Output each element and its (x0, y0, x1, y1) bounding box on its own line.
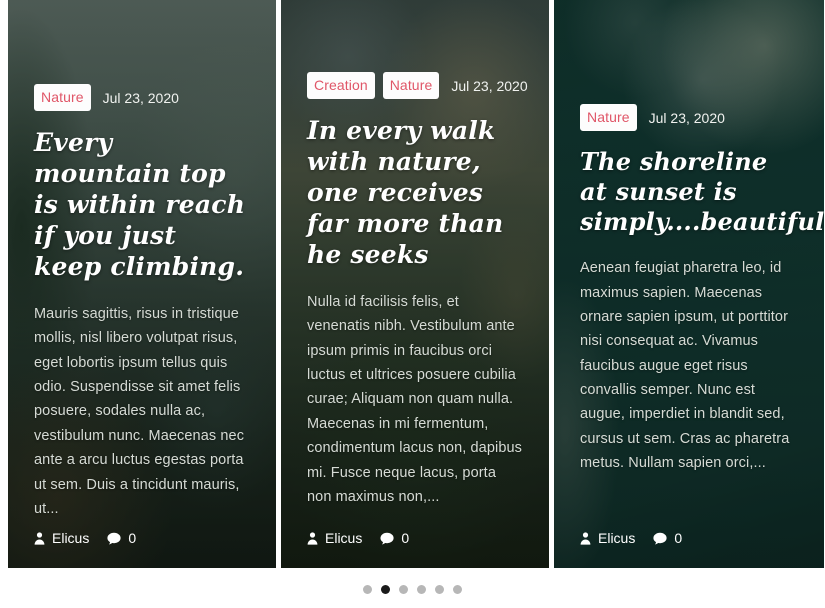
post-comments[interactable]: 0 (653, 530, 682, 546)
post-author: Elicus (307, 530, 362, 546)
post-content: Nature Jul 23, 2020 The shoreline at sun… (554, 0, 824, 568)
pagination-dot[interactable] (417, 585, 426, 594)
post-comments[interactable]: 0 (380, 530, 409, 546)
post-excerpt: Aenean feugiat pharetra leo, id maximus … (580, 260, 790, 472)
post-content: Nature Jul 23, 2020 Every mountain top i… (8, 0, 276, 568)
post-date: Jul 23, 2020 (648, 109, 725, 126)
pagination-dot[interactable] (399, 585, 408, 594)
post-meta: Creation Nature Jul 23, 2020 (307, 72, 528, 99)
carousel-pagination[interactable] (0, 585, 825, 594)
pagination-dot[interactable] (435, 585, 444, 594)
post-content: Creation Nature Jul 23, 2020 In every wa… (281, 0, 549, 568)
post-card[interactable]: Nature Jul 23, 2020 The shoreline at sun… (554, 0, 824, 568)
post-comment-count: 0 (401, 530, 410, 546)
user-icon (307, 531, 318, 545)
pagination-dot[interactable] (363, 585, 372, 594)
post-date: Jul 23, 2020 (102, 89, 179, 106)
pagination-dot-active[interactable] (381, 585, 390, 594)
post-card[interactable]: Nature Jul 23, 2020 Every mountain top i… (8, 0, 276, 568)
pagination-dot[interactable] (453, 585, 462, 594)
post-tag[interactable]: Nature (580, 104, 637, 131)
post-tag[interactable]: Creation (307, 72, 375, 99)
post-author: Elicus (580, 530, 635, 546)
post-author-name: Elicus (598, 530, 636, 546)
post-footer: Elicus 0 (580, 530, 798, 546)
post-title[interactable]: Every mountain top is within reach if yo… (34, 127, 250, 282)
post-date: Jul 23, 2020 (451, 77, 528, 94)
comment-bubble-icon (380, 532, 394, 545)
post-card[interactable]: Creation Nature Jul 23, 2020 In every wa… (281, 0, 549, 568)
post-tag[interactable]: Nature (382, 72, 440, 99)
post-comments[interactable]: 0 (107, 530, 136, 546)
post-meta: Nature Jul 23, 2020 (580, 104, 798, 131)
post-carousel[interactable]: Nature Jul 23, 2020 Every mountain top i… (0, 0, 825, 608)
comment-bubble-icon (107, 532, 121, 545)
post-author-name: Elicus (325, 530, 363, 546)
post-tag[interactable]: Nature (34, 84, 91, 111)
post-comment-count: 0 (128, 530, 137, 546)
post-excerpt: Nulla id facilisis felis, et venenatis n… (307, 294, 522, 505)
post-excerpt: Mauris sagittis, risus in tristique moll… (34, 306, 245, 517)
post-author: Elicus (34, 530, 89, 546)
comment-bubble-icon (653, 532, 667, 545)
post-title[interactable]: The shoreline at sunset is simply....bea… (580, 147, 824, 236)
post-comment-count: 0 (674, 530, 683, 546)
post-footer: Elicus 0 (307, 530, 523, 546)
post-author-name: Elicus (52, 530, 90, 546)
post-footer: Elicus 0 (34, 530, 250, 546)
post-title[interactable]: In every walk with nature, one receives … (307, 115, 523, 270)
user-icon (34, 531, 45, 545)
user-icon (580, 531, 591, 545)
post-meta: Nature Jul 23, 2020 (34, 84, 250, 111)
carousel-slides: Nature Jul 23, 2020 Every mountain top i… (0, 0, 825, 568)
